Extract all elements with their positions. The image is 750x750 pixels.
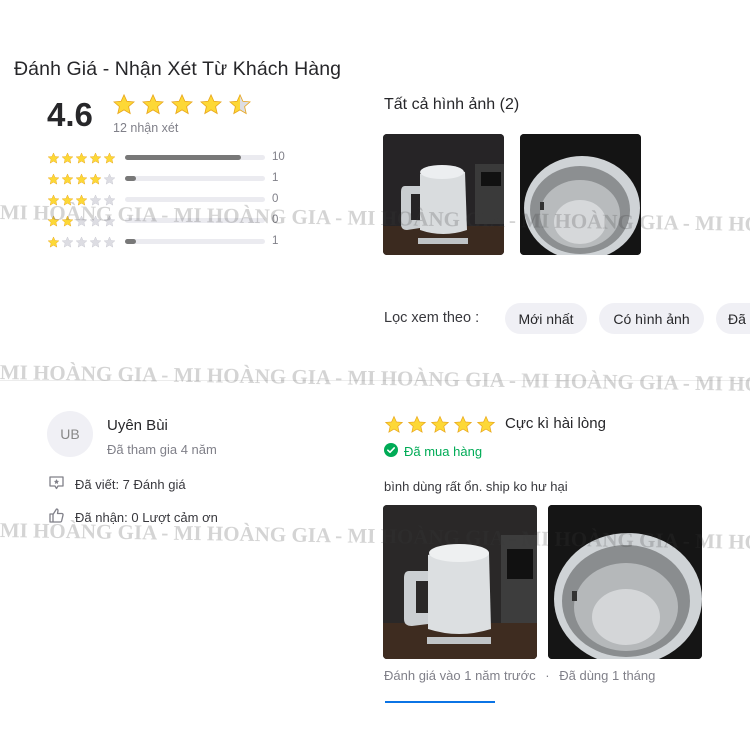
reviews-written-text: Đã viết: 7 Đánh giá [75, 477, 186, 492]
kettle-inside-photo [520, 134, 641, 255]
breakdown-count: 1 [272, 172, 279, 184]
thumbs-up-icon [48, 507, 65, 527]
breakdown-bar [125, 218, 265, 223]
star-icon [47, 151, 60, 164]
breakdown-bar [125, 176, 265, 181]
photo-thumbnail-kettle-inside[interactable] [520, 134, 641, 255]
photo-thumbnail-kettle[interactable] [383, 134, 504, 255]
star-icon [75, 193, 88, 206]
separator-dot: · [545, 668, 550, 683]
star-icon [47, 235, 60, 248]
action-underline [385, 701, 495, 703]
star-icon [89, 172, 102, 185]
review-title: Cực kì hài lòng [505, 415, 606, 432]
reviewer-joined: Đã tham gia 4 năm [107, 442, 217, 457]
review-time: Đánh giá vào 1 năm trước [384, 668, 536, 683]
kettle-photo [383, 134, 504, 255]
filter-label: Lọc xem theo : [384, 310, 480, 326]
star-icon [229, 93, 251, 115]
star-icon [200, 93, 222, 115]
thanks-received-text: Đã nhận: 0 Lượt cảm ơn [75, 509, 218, 525]
star-icon [476, 415, 496, 433]
avatar: UB [47, 411, 93, 457]
page-title: Đánh Giá - Nhận Xét Từ Khách Hàng [14, 58, 342, 80]
reviews-written: Đã viết: 7 Đánh giá [48, 475, 186, 494]
star-icon [142, 93, 164, 115]
star-icon [89, 214, 102, 227]
star-icon [61, 193, 74, 206]
review-photo-kettle[interactable] [383, 505, 537, 659]
check-circle-icon [384, 443, 398, 460]
star-icon [47, 193, 60, 206]
star-row-icon [47, 193, 117, 207]
section-divider [0, 380, 750, 381]
star-icon [113, 93, 135, 115]
star-icon [430, 415, 450, 433]
average-stars [112, 93, 252, 117]
star-icon [89, 235, 102, 248]
star-icon [75, 214, 88, 227]
star-icon [453, 415, 473, 433]
breakdown-row-5[interactable]: 10 [47, 151, 285, 165]
filter-chip-with-images[interactable]: Có hình ảnh [599, 303, 704, 334]
star-icon [407, 415, 427, 433]
review-stars [384, 415, 496, 435]
star-row-icon [47, 151, 117, 165]
breakdown-row-3[interactable]: 0 [47, 193, 278, 207]
kettle-photo [383, 505, 537, 659]
breakdown-row-4[interactable]: 1 [47, 172, 278, 186]
breakdown-row-2[interactable]: 0 [47, 214, 278, 228]
star-icon [89, 151, 102, 164]
breakdown-count: 1 [272, 235, 279, 247]
breakdown-bar [125, 239, 265, 244]
star-icon [103, 193, 116, 206]
star-row-icon [47, 214, 117, 228]
reviewer-name: Uyên Bùi [107, 417, 168, 434]
star-icon [171, 93, 193, 115]
all-photos-title: Tất cả hình ảnh (2) [384, 96, 520, 113]
breakdown-bar [125, 155, 265, 160]
star-icon [61, 172, 74, 185]
star-icon [75, 172, 88, 185]
average-score: 4.6 [47, 96, 93, 133]
star-icon [47, 172, 60, 185]
star-row-icon [47, 172, 117, 186]
star-row-icon [47, 235, 117, 249]
star-icon [103, 172, 116, 185]
star-icon [103, 235, 116, 248]
star-icon [384, 415, 404, 433]
star-icon [89, 193, 102, 206]
breakdown-bar [125, 197, 265, 202]
breakdown-row-1[interactable]: 1 [47, 235, 278, 249]
star-icon [61, 235, 74, 248]
filter-chip-purchased[interactable]: Đã [716, 303, 750, 334]
star-icon [75, 151, 88, 164]
watermark-line: MI HOÀNG GIA - MI HOÀNG GIA - MI HOÀNG G… [0, 360, 750, 396]
star-icon [103, 214, 116, 227]
breakdown-count: 10 [272, 151, 285, 163]
review-count: 12 nhận xét [113, 121, 179, 135]
review-footer: Đánh giá vào 1 năm trước · Đã dùng 1 thá… [384, 668, 655, 683]
star-icon [47, 214, 60, 227]
breakdown-count: 0 [272, 193, 279, 205]
star-icon [103, 151, 116, 164]
verified-purchase: Đã mua hàng [384, 443, 482, 460]
star-icon [61, 214, 74, 227]
review-text: bình dùng rất ổn. ship ko hư hại [384, 479, 568, 494]
star-icon [75, 235, 88, 248]
verified-purchase-label: Đã mua hàng [404, 444, 483, 459]
kettle-inside-photo [548, 505, 702, 659]
comment-icon [48, 475, 65, 494]
review-photo-kettle-inside[interactable] [548, 505, 702, 659]
breakdown-count: 0 [272, 214, 279, 226]
usage-duration: Đã dùng 1 tháng [559, 668, 656, 683]
filter-chip-newest[interactable]: Mới nhất [505, 303, 587, 334]
star-icon [61, 151, 74, 164]
thanks-received: Đã nhận: 0 Lượt cảm ơn [48, 507, 218, 527]
